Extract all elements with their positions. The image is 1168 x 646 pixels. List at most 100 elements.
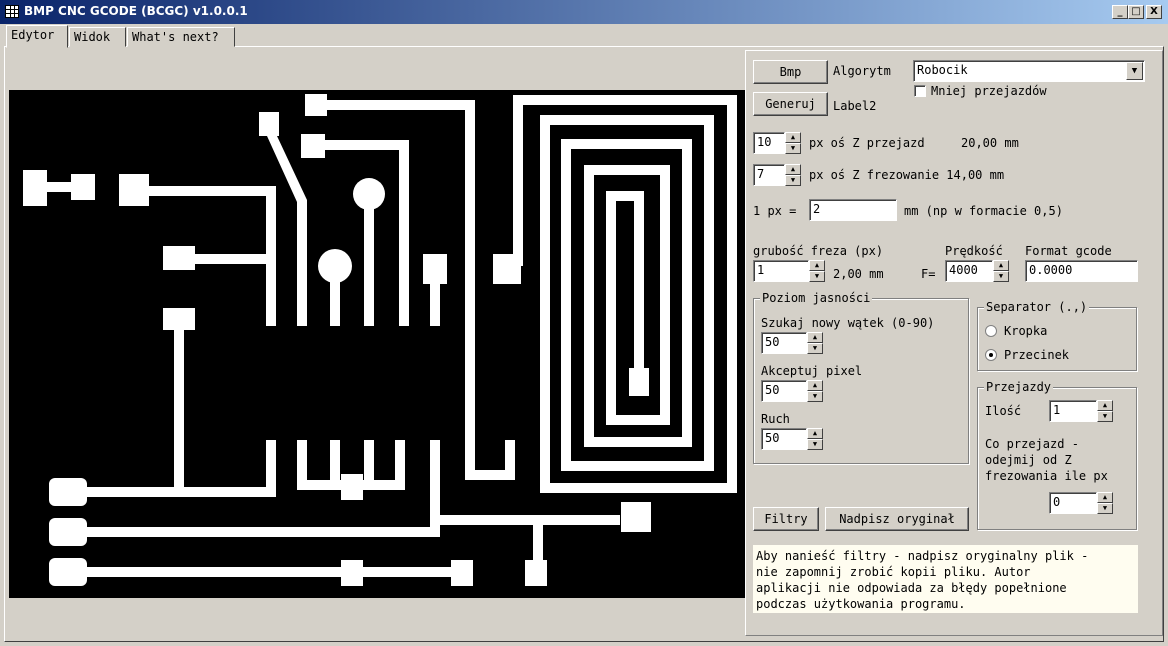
pad xyxy=(23,170,47,206)
px-size-input[interactable]: 2 xyxy=(809,199,897,221)
pad xyxy=(621,502,651,532)
pad xyxy=(423,254,447,284)
speed-prefix: F= xyxy=(921,267,936,281)
spin-up-icon[interactable]: ▲ xyxy=(807,380,823,391)
bmp-button[interactable]: Bmp xyxy=(753,60,828,84)
spin-down-icon[interactable]: ▼ xyxy=(807,439,823,450)
passes-count-label: Ilość xyxy=(985,404,1022,418)
spin-up-icon[interactable]: ▲ xyxy=(809,260,825,271)
trace xyxy=(87,567,343,577)
cutter-mm: 2,00 mm xyxy=(833,267,884,281)
tab-whats-next[interactable]: What's next? xyxy=(127,27,235,47)
spin-up-icon[interactable]: ▲ xyxy=(1097,492,1113,503)
trace xyxy=(325,140,409,150)
close-button[interactable]: X xyxy=(1146,5,1162,19)
pad xyxy=(629,368,649,396)
search-thread-spinner[interactable]: 50 ▲ ▼ xyxy=(761,332,823,354)
format-input[interactable]: 0.0000 xyxy=(1025,260,1138,282)
spin-down-icon[interactable]: ▼ xyxy=(993,271,1009,282)
z-mill-spinner[interactable]: 7 ▲ ▼ xyxy=(753,164,801,186)
pad xyxy=(305,94,327,116)
warning-note: Aby nanieść filtry - nadpisz oryginalny … xyxy=(753,545,1138,613)
pad xyxy=(525,560,547,586)
spin-up-icon[interactable]: ▲ xyxy=(993,260,1009,271)
accept-pixel-spinner[interactable]: 50 ▲ ▼ xyxy=(761,380,823,402)
cutter-spinner[interactable]: 1 ▲ ▼ xyxy=(753,260,825,282)
passes-subtract-spinner[interactable]: 0 ▲ ▼ xyxy=(1049,492,1113,514)
speed-label: Prędkość xyxy=(945,244,1003,258)
maximize-button[interactable]: □ xyxy=(1128,5,1144,19)
algorithm-select[interactable]: Robocik ▼ xyxy=(913,60,1145,82)
pcb-bitmap xyxy=(23,94,737,586)
title-bar: BMP CNC GCODE (BCGC) v1.0.0.1 _ □ X xyxy=(0,0,1168,24)
radio-kropka[interactable] xyxy=(985,325,997,337)
generate-button[interactable]: Generuj xyxy=(753,92,828,116)
spin-down-icon[interactable]: ▼ xyxy=(807,391,823,402)
z-travel-spinner[interactable]: 10 ▲ ▼ xyxy=(753,132,801,154)
spin-up-icon[interactable]: ▲ xyxy=(807,428,823,439)
trace xyxy=(364,440,374,490)
spin-down-icon[interactable]: ▼ xyxy=(809,271,825,282)
passes-count-spinner[interactable]: 1 ▲ ▼ xyxy=(1049,400,1113,422)
trace xyxy=(149,186,274,196)
pad xyxy=(71,174,95,200)
pad xyxy=(119,174,149,206)
window-title: BMP CNC GCODE (BCGC) v1.0.0.1 xyxy=(24,4,248,18)
pad xyxy=(259,112,279,136)
speed-value[interactable]: 4000 xyxy=(945,260,993,282)
trace xyxy=(533,525,543,565)
chevron-down-icon[interactable]: ▼ xyxy=(1126,62,1143,80)
trace xyxy=(430,284,440,326)
spin-down-icon[interactable]: ▼ xyxy=(807,343,823,354)
search-thread-value[interactable]: 50 xyxy=(761,332,807,354)
tab-widok[interactable]: Widok xyxy=(69,27,126,47)
trace xyxy=(364,194,374,326)
spin-down-icon[interactable]: ▼ xyxy=(785,175,801,186)
trace xyxy=(465,100,475,480)
passes-subtract-label: Co przejazd - odejmij od Z frezowania il… xyxy=(985,437,1108,483)
z-travel-value[interactable]: 10 xyxy=(753,132,785,154)
spin-up-icon[interactable]: ▲ xyxy=(785,164,801,175)
speed-spinner[interactable]: 4000 ▲ ▼ xyxy=(945,260,1009,282)
move-spinner[interactable]: 50 ▲ ▼ xyxy=(761,428,823,450)
spin-down-icon[interactable]: ▼ xyxy=(1097,503,1113,514)
trace xyxy=(363,567,453,577)
trace xyxy=(87,527,440,537)
bitmap-preview[interactable] xyxy=(9,90,745,598)
trace xyxy=(440,515,620,525)
format-label: Format gcode xyxy=(1025,244,1112,258)
trace xyxy=(174,330,184,490)
move-value[interactable]: 50 xyxy=(761,428,807,450)
px-label: 1 px = xyxy=(753,204,797,218)
label2: Label2 xyxy=(833,99,877,113)
fewer-passes-checkbox[interactable] xyxy=(914,85,926,97)
pad xyxy=(49,478,87,506)
z-mill-value[interactable]: 7 xyxy=(753,164,785,186)
filters-button[interactable]: Filtry xyxy=(753,507,819,531)
passes-count-value[interactable]: 1 xyxy=(1049,400,1097,422)
trace xyxy=(395,440,405,490)
minimize-button[interactable]: _ xyxy=(1112,5,1128,19)
spin-down-icon[interactable]: ▼ xyxy=(1097,411,1113,422)
trace xyxy=(195,254,270,264)
separator-title: Separator (.,) xyxy=(984,300,1090,314)
trace xyxy=(330,440,340,490)
spin-up-icon[interactable]: ▲ xyxy=(807,332,823,343)
px-hint: mm (np w formacie 0,5) xyxy=(904,204,1063,218)
passes-subtract-value[interactable]: 0 xyxy=(1049,492,1097,514)
trace xyxy=(266,440,276,497)
spin-down-icon[interactable]: ▼ xyxy=(785,143,801,154)
pad xyxy=(49,518,87,546)
trace xyxy=(87,487,272,497)
overwrite-original-button[interactable]: Nadpisz oryginał xyxy=(825,507,969,531)
spin-up-icon[interactable]: ▲ xyxy=(785,132,801,143)
passes-title: Przejazdy xyxy=(984,380,1054,394)
pad xyxy=(451,560,473,586)
algorithm-value: Robocik xyxy=(917,63,968,77)
accept-pixel-value[interactable]: 50 xyxy=(761,380,807,402)
radio-przecinek[interactable] xyxy=(985,349,997,361)
algorithm-label: Algorytm xyxy=(833,64,891,78)
cutter-value[interactable]: 1 xyxy=(753,260,809,282)
tab-edytor[interactable]: Edytor xyxy=(6,25,68,48)
spin-up-icon[interactable]: ▲ xyxy=(1097,400,1113,411)
